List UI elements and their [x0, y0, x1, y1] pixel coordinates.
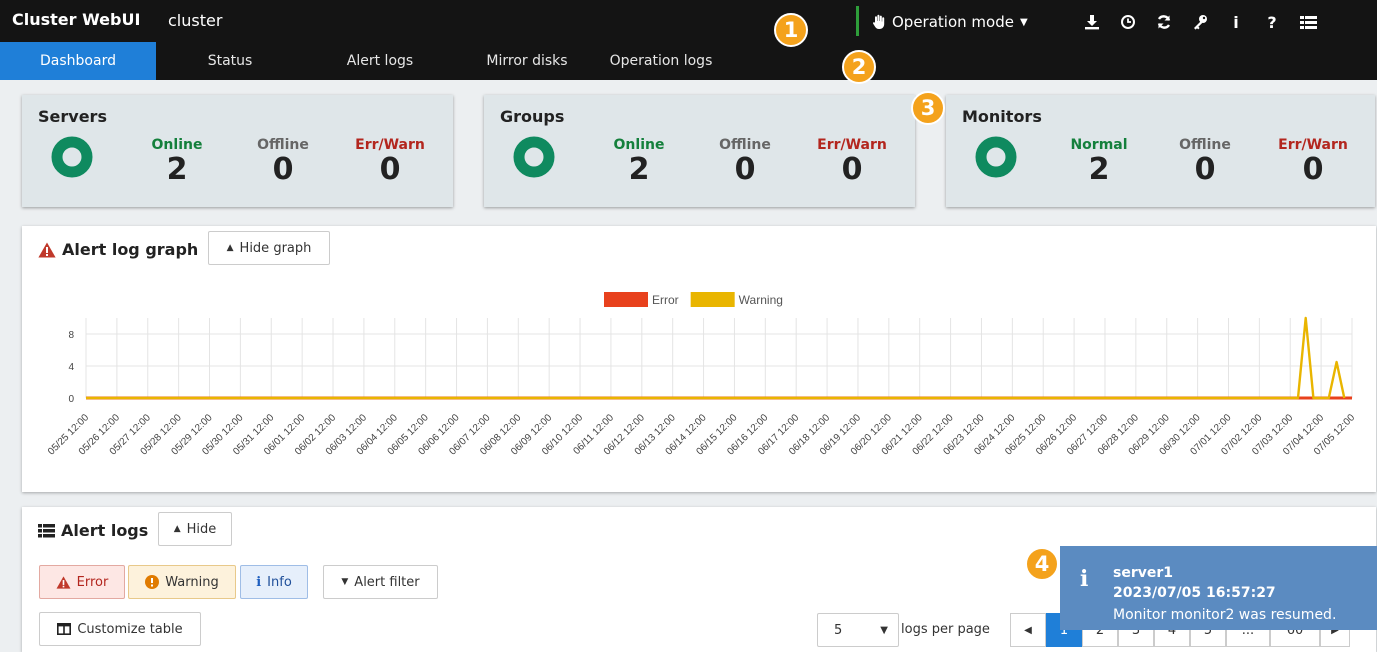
servers-donut-chart	[51, 136, 93, 178]
toolbar-icons: i ?	[1074, 8, 1326, 36]
monitors-normal: Normal 2	[1070, 137, 1128, 187]
hide-alert-logs-button[interactable]: ▲ Hide	[158, 512, 232, 546]
caret-down-icon: ▼	[1019, 16, 1028, 28]
tab-status[interactable]: Status	[156, 42, 304, 80]
servers-offline: Offline 0	[257, 137, 309, 187]
y-tick-label: 8	[68, 330, 74, 341]
monitors-card: Monitors Normal 2 Offline 0 Err/Warn 0	[946, 95, 1375, 207]
list-icon	[38, 523, 55, 537]
toast-time: 2023/07/05 16:57:27	[1113, 585, 1276, 601]
filter-info-button[interactable]: i Info	[240, 565, 308, 599]
filter-error-button[interactable]: Error	[39, 565, 125, 599]
monitors-offline: Offline 0	[1179, 137, 1231, 187]
tab-operation-logs[interactable]: Operation logs	[598, 42, 724, 80]
caret-down-icon: ▼	[341, 577, 349, 587]
customize-table-button[interactable]: Customize table	[39, 612, 201, 646]
chevron-left-icon: ◀	[1024, 624, 1032, 636]
clock-icon[interactable]	[1110, 8, 1146, 36]
groups-card: Groups Online 2 Offline 0 Err/Warn 0	[484, 95, 915, 207]
nav-tabs: Dashboard Status Alert logs Mirror disks…	[0, 42, 724, 80]
error-triangle-icon	[56, 575, 71, 589]
servers-errwarn: Err/Warn 0	[355, 137, 425, 187]
y-tick-label: 4	[68, 362, 74, 373]
tab-dashboard[interactable]: Dashboard	[0, 42, 156, 80]
operation-mode-dropdown[interactable]: Operation mode ▼	[872, 8, 1028, 36]
monitors-donut-chart	[975, 136, 1017, 178]
servers-online: Online 2	[151, 137, 203, 187]
hand-icon	[873, 14, 885, 29]
servers-title: Servers	[38, 107, 107, 126]
toolbar-separator	[856, 6, 859, 36]
groups-donut-chart	[513, 136, 555, 178]
monitors-errwarn: Err/Warn 0	[1278, 137, 1348, 187]
operation-mode-label: Operation mode	[892, 13, 1014, 31]
menu-icon[interactable]	[1290, 8, 1326, 36]
monitors-title: Monitors	[962, 107, 1042, 126]
groups-offline: Offline 0	[719, 137, 771, 187]
callout-marker-3: 3	[911, 91, 945, 125]
table-columns-icon	[57, 623, 72, 635]
callout-marker-1: 1	[774, 13, 808, 47]
per-page-select[interactable]: 5 ▼	[817, 613, 899, 647]
top-bar: Cluster WebUI cluster Operation mode ▼ i…	[0, 0, 1377, 80]
legend-swatch-error	[604, 292, 648, 307]
per-page-label: logs per page	[901, 622, 990, 637]
y-tick-label: 0	[68, 394, 74, 405]
toast-message: Monitor monitor2 was resumed.	[1113, 607, 1337, 623]
chevron-down-icon: ▼	[880, 624, 888, 636]
app-brand: Cluster WebUI	[12, 10, 141, 29]
info-icon: i	[1080, 566, 1089, 592]
callout-marker-2: 2	[842, 50, 876, 84]
series-line-warning	[86, 316, 1346, 400]
help-icon[interactable]: ?	[1254, 8, 1290, 36]
tab-alert-logs[interactable]: Alert logs	[304, 42, 456, 80]
notification-toast[interactable]: i server1 2023/07/05 16:57:27 Monitor mo…	[1060, 546, 1377, 630]
cluster-name: cluster	[168, 11, 223, 30]
alert-line-chart: 05/25 12:0005/26 12:0005/27 12:0005/28 1…	[46, 292, 1357, 457]
tab-mirror-disks[interactable]: Mirror disks	[456, 42, 598, 80]
groups-errwarn: Err/Warn 0	[817, 137, 887, 187]
servers-card: Servers Online 2 Offline 0 Err/Warn 0	[22, 95, 453, 207]
info-letter-icon: i	[256, 574, 262, 590]
alert-logs-title: Alert logs	[38, 521, 148, 540]
page-prev-button[interactable]: ◀	[1010, 613, 1046, 647]
download-icon[interactable]	[1074, 8, 1110, 36]
alert-log-graph-panel: Alert log graph ▲ Hide graph 05/25 12:00…	[22, 226, 1376, 492]
caret-up-icon: ▲	[173, 524, 181, 534]
filter-warning-button[interactable]: Warning	[128, 565, 236, 599]
key-icon[interactable]	[1182, 8, 1218, 36]
refresh-icon[interactable]	[1146, 8, 1182, 36]
alert-filter-button[interactable]: ▼ Alert filter	[323, 565, 438, 599]
legend-swatch-warning	[690, 292, 735, 307]
groups-title: Groups	[500, 107, 565, 126]
legend-label-error: Error	[652, 293, 679, 307]
callout-marker-4: 4	[1025, 547, 1059, 581]
groups-online: Online 2	[613, 137, 665, 187]
toast-server: server1	[1113, 565, 1173, 581]
info-icon[interactable]: i	[1218, 8, 1254, 36]
legend-label-warning: Warning	[739, 293, 783, 307]
warning-circle-icon	[145, 575, 160, 589]
